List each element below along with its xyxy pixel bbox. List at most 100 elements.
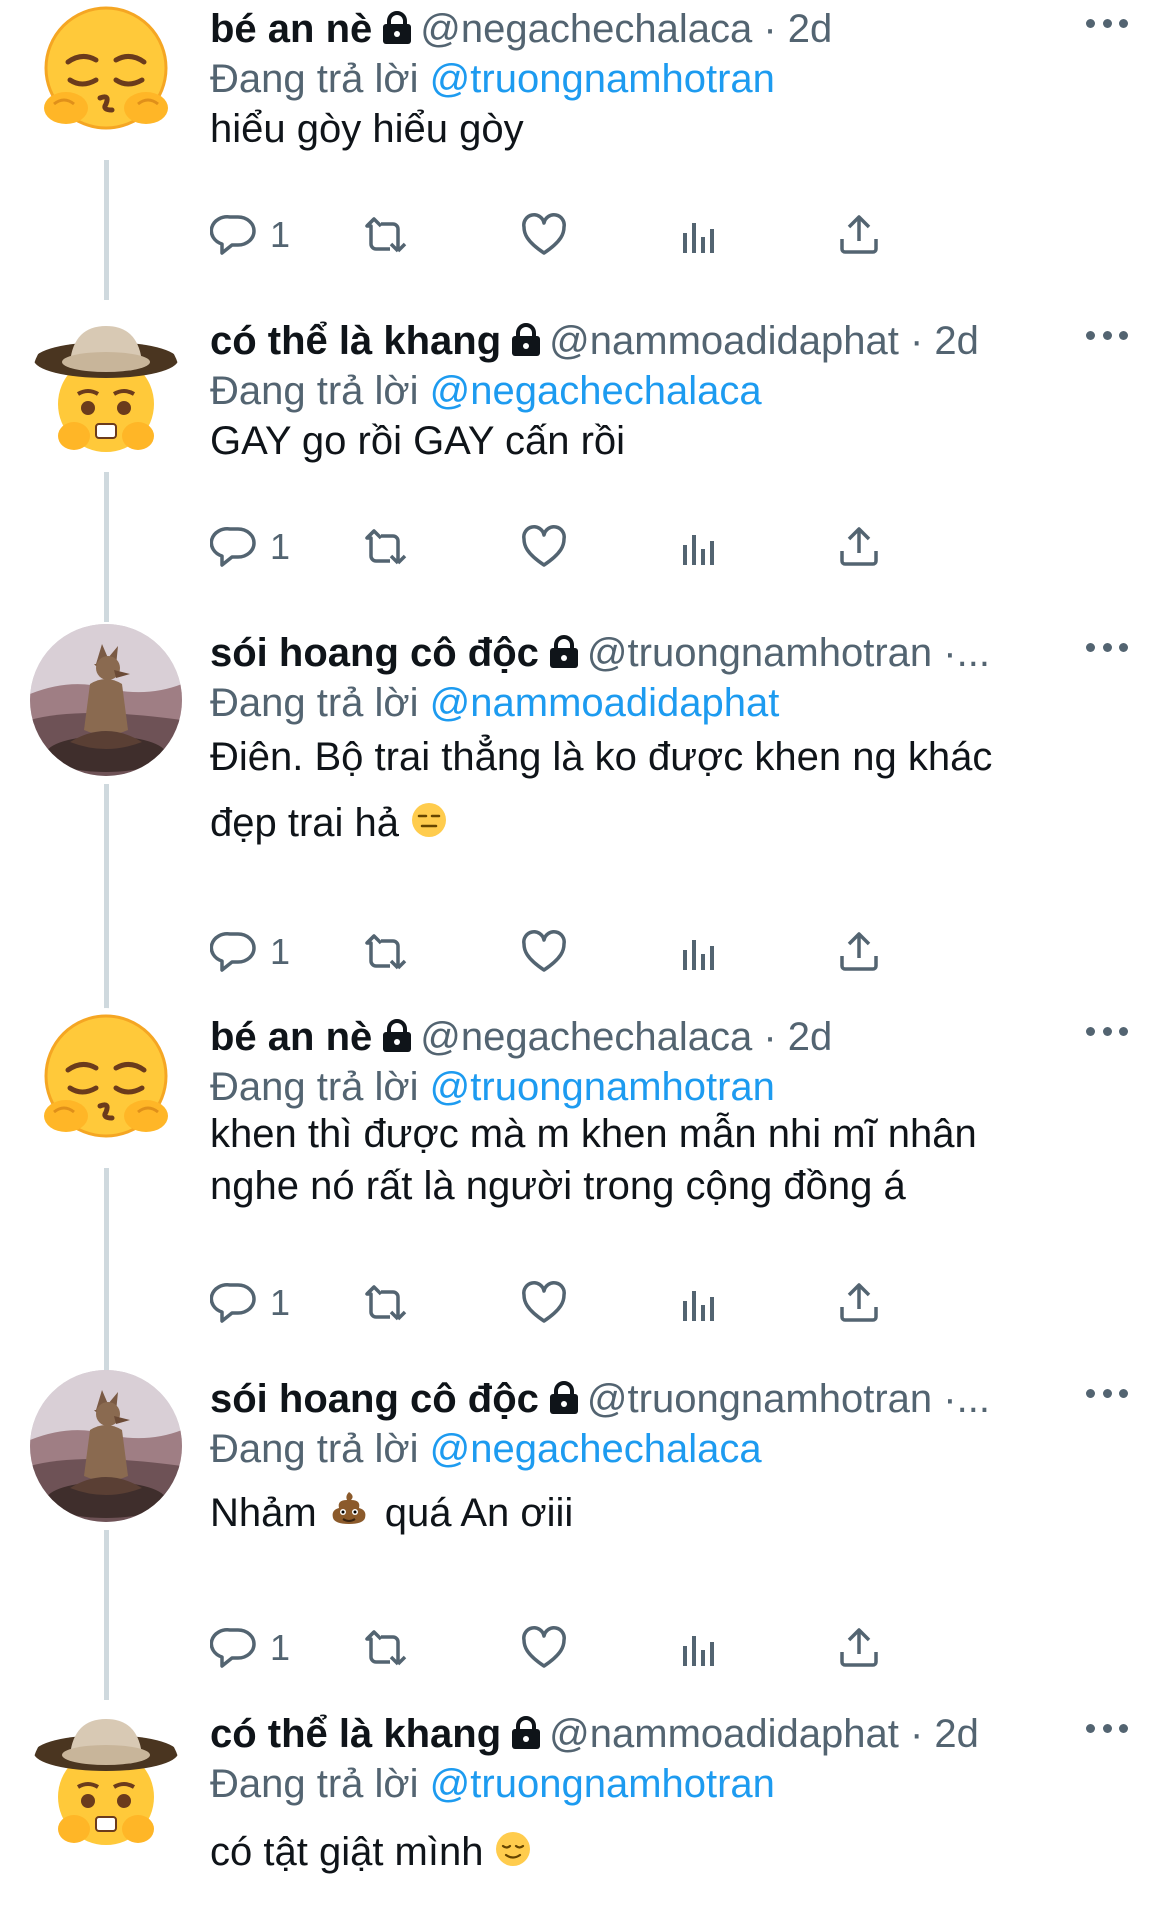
like-button[interactable]	[520, 205, 568, 265]
display-name[interactable]: sói hoang cô độc	[210, 631, 539, 675]
like-button[interactable]	[520, 517, 568, 577]
retweet-button[interactable]	[362, 517, 410, 577]
tweet-text-line: khen thì được mà m khen mẫn nhi mĩ nhân	[210, 1112, 977, 1156]
like-button[interactable]	[520, 1273, 568, 1333]
tweet-text: GAY go rồi GAY cấn rồi	[210, 412, 1090, 470]
reply-button[interactable]: 1	[210, 1273, 290, 1333]
tweet-actions: 1	[210, 205, 1040, 265]
retweet-icon	[362, 1624, 410, 1672]
replying-to-label: Đang trả lời	[210, 369, 419, 413]
retweet-button[interactable]	[362, 922, 410, 982]
view-stats-button[interactable]	[675, 517, 723, 577]
more-options-icon[interactable]	[1086, 632, 1128, 662]
tweet-text-line: đẹp trai hả	[210, 790, 1090, 858]
more-options-icon[interactable]	[1086, 1016, 1128, 1046]
retweet-icon	[362, 523, 410, 571]
tweet-text-line: nghe nó rất là người trong cộng đồng á	[210, 1164, 906, 1208]
display-name[interactable]: có thể là khang	[210, 1712, 501, 1756]
thread-connector-line	[104, 472, 109, 622]
replying-to: Đang trả lời @negachechalaca	[210, 1420, 762, 1478]
share-icon	[835, 1279, 883, 1327]
mention-link[interactable]: @truongnamhotran	[430, 57, 775, 101]
cowboy-pleading-emoji-avatar[interactable]	[30, 312, 182, 464]
tweet-actions: 1	[210, 1273, 1040, 1333]
mention-link[interactable]: @negachechalaca	[430, 369, 762, 413]
display-name[interactable]: có thể là khang	[210, 319, 501, 363]
display-name[interactable]: sói hoang cô độc	[210, 1377, 539, 1421]
replying-to-label: Đang trả lời	[210, 1762, 419, 1806]
retweet-button[interactable]	[362, 205, 410, 265]
reply-button[interactable]: 1	[210, 1618, 290, 1678]
share-button[interactable]	[835, 205, 883, 265]
reply-icon	[210, 523, 258, 571]
analytics-icon	[675, 211, 723, 259]
retweet-icon	[362, 211, 410, 259]
heart-icon	[520, 211, 568, 259]
share-icon	[835, 928, 883, 976]
pensive-face-emoji-avatar[interactable]	[30, 1008, 182, 1160]
view-stats-button[interactable]	[675, 205, 723, 265]
retweet-button[interactable]	[362, 1618, 410, 1678]
display-name[interactable]: bé an nè	[210, 7, 372, 51]
view-stats-button[interactable]	[675, 1273, 723, 1333]
tweet-text-line: hiểu gòy hiểu gòy	[210, 107, 524, 151]
view-stats-button[interactable]	[675, 922, 723, 982]
expressionless-face-emoji-icon	[411, 792, 447, 858]
more-options-icon[interactable]	[1086, 320, 1128, 350]
share-button[interactable]	[835, 1273, 883, 1333]
mention-link[interactable]: @nammoadidaphat	[430, 681, 780, 725]
more-options-icon[interactable]	[1086, 1713, 1128, 1743]
like-button[interactable]	[520, 922, 568, 982]
cowboy-pleading-emoji-avatar[interactable]	[30, 1705, 182, 1857]
heart-icon	[520, 1279, 568, 1327]
meditating-wolf-avatar[interactable]	[30, 1370, 182, 1522]
meditating-wolf-avatar[interactable]	[30, 624, 182, 776]
tweet[interactable]: sói hoang cô độc @truongnamhotran ·... Đa…	[0, 1370, 1170, 1700]
share-icon	[835, 1624, 883, 1672]
tweet[interactable]: bé an nè @negachechalaca · 2d Đang trả lờ…	[0, 1008, 1170, 1378]
mention-link[interactable]: @truongnamhotran	[430, 1762, 775, 1806]
tweet-text-line: quá An ơiii	[384, 1491, 574, 1535]
display-name[interactable]: bé an nè	[210, 1015, 372, 1059]
reply-button[interactable]: 1	[210, 922, 290, 982]
tweet-text: hiểu gòy hiểu gòy	[210, 100, 1090, 158]
reply-count: 1	[270, 1282, 291, 1323]
view-stats-button[interactable]	[675, 1618, 723, 1678]
handle-and-time[interactable]: @negachechalaca · 2d	[420, 7, 832, 51]
reply-button[interactable]: 1	[210, 205, 290, 265]
tweet[interactable]: có thể là khang @nammoadidaphat · 2d Đang…	[0, 1705, 1170, 1912]
replying-to-label: Đang trả lời	[210, 681, 419, 725]
handle-and-time[interactable]: @negachechalaca · 2d	[420, 1015, 832, 1059]
retweet-icon	[362, 928, 410, 976]
tweet[interactable]: sói hoang cô độc @truongnamhotran ·... Đa…	[0, 624, 1170, 1014]
handle-and-time[interactable]: @nammoadidaphat · 2d	[549, 1712, 979, 1756]
tweet[interactable]: có thể là khang @nammoadidaphat · 2d Đang…	[0, 312, 1170, 624]
handle-and-time[interactable]: @nammoadidaphat · 2d	[549, 319, 979, 363]
mention-link[interactable]: @negachechalaca	[430, 1427, 762, 1471]
share-icon	[835, 523, 883, 571]
retweet-button[interactable]	[362, 1273, 410, 1333]
reply-button[interactable]: 1	[210, 517, 290, 577]
handle-and-time[interactable]: @truongnamhotran ·...	[587, 1377, 990, 1421]
tweet[interactable]: bé an nè @negachechalaca · 2d Đang trả lờ…	[0, 0, 1170, 312]
conversation-thread: bé an nè @negachechalaca · 2d Đang trả lờ…	[0, 0, 1170, 1912]
tweet-text: Điên. Bộ trai thẳng là ko được khen ng k…	[210, 724, 1090, 858]
share-button[interactable]	[835, 517, 883, 577]
share-button[interactable]	[835, 922, 883, 982]
share-button[interactable]	[835, 1618, 883, 1678]
pensive-face-emoji-avatar[interactable]	[30, 0, 182, 152]
like-button[interactable]	[520, 1618, 568, 1678]
more-options-icon[interactable]	[1086, 8, 1128, 38]
replying-to-label: Đang trả lời	[210, 1065, 419, 1109]
tweet-text: có tật giật mình	[210, 1823, 1090, 1883]
tweet-actions: 1	[210, 517, 1040, 577]
mention-link[interactable]: @truongnamhotran	[430, 1065, 775, 1109]
reply-count: 1	[270, 526, 291, 567]
tweet-text-line: có tật giật mình	[210, 1823, 1090, 1883]
more-options-icon[interactable]	[1086, 1378, 1128, 1408]
retweet-icon	[362, 1279, 410, 1327]
reply-count: 1	[270, 931, 291, 972]
handle-and-time[interactable]: @truongnamhotran ·...	[587, 631, 990, 675]
reply-icon	[210, 1624, 258, 1672]
tweet-text: khen thì được mà m khen mẫn nhi mĩ nhân n…	[210, 1108, 1090, 1212]
